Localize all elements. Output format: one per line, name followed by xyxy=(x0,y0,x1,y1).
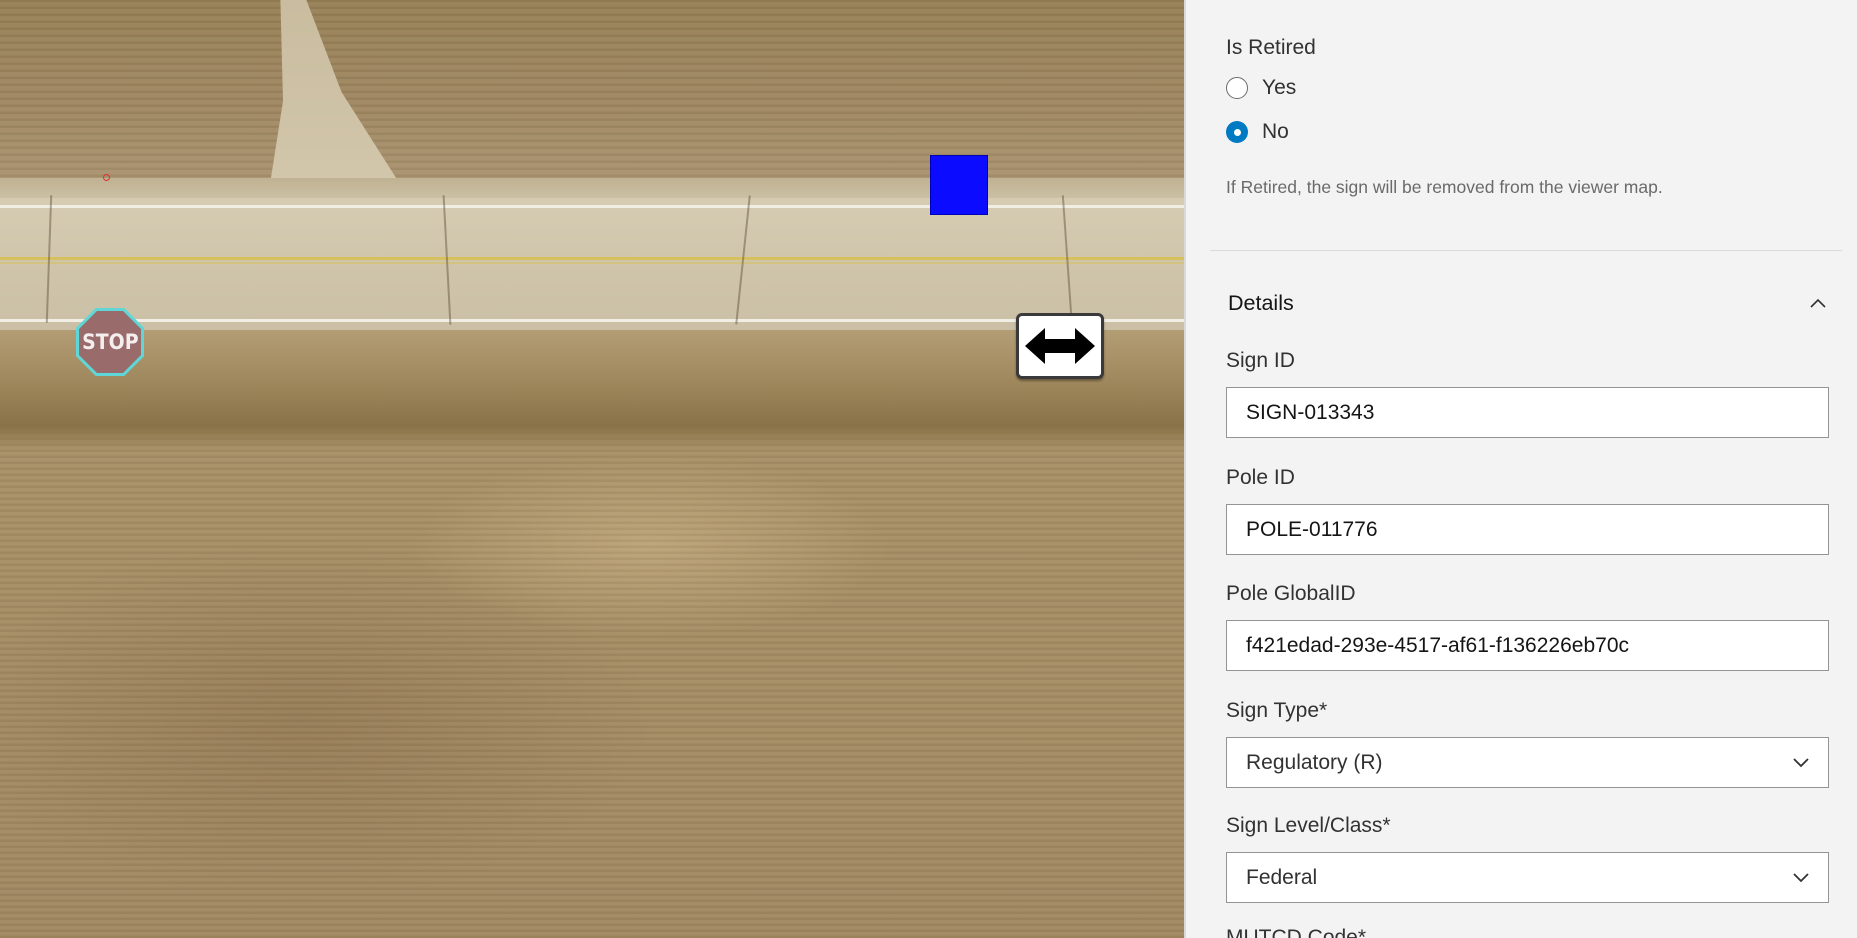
location-dot[interactable] xyxy=(103,174,110,181)
blue-square-marker[interactable] xyxy=(930,155,988,215)
radio-selected-dot xyxy=(1233,128,1241,136)
road-center-line-secondary xyxy=(0,262,1184,264)
pole-globalid-field[interactable]: f421edad-293e-4517-af61-f136226eb70c xyxy=(1226,620,1829,671)
sign-level-class-selected-value: Federal xyxy=(1246,865,1318,889)
radio-button-yes[interactable] xyxy=(1226,77,1248,99)
radio-option-no[interactable]: No xyxy=(1226,120,1289,144)
two-direction-arrow-sign-marker[interactable] xyxy=(1016,313,1104,379)
sign-type-selected-value: Regulatory (R) xyxy=(1246,750,1383,774)
sign-id-label: Sign ID xyxy=(1226,349,1295,372)
radio-button-no[interactable] xyxy=(1226,121,1248,143)
pole-globalid-label: Pole GlobalID xyxy=(1226,582,1356,605)
road-center-line xyxy=(0,257,1184,260)
pole-id-label: Pole ID xyxy=(1226,466,1295,489)
chevron-down-icon xyxy=(1792,869,1810,887)
sign-level-class-label: Sign Level/Class* xyxy=(1226,814,1391,837)
sign-level-class-select[interactable]: Federal xyxy=(1226,852,1829,903)
sign-type-label: Sign Type* xyxy=(1226,699,1328,722)
road-shoulder-south xyxy=(0,330,1184,450)
radio-label-no: No xyxy=(1262,120,1289,143)
feature-edit-panel: Is Retired Yes No If Retired, the sign w… xyxy=(1186,0,1857,938)
stop-sign-face: STOP xyxy=(79,311,141,373)
details-section-title: Details xyxy=(1228,290,1294,315)
sign-type-select[interactable]: Regulatory (R) xyxy=(1226,737,1829,788)
section-divider xyxy=(1210,250,1842,251)
is-retired-label: Is Retired xyxy=(1226,36,1316,59)
road-surface xyxy=(0,198,1184,332)
details-section-header[interactable]: Details xyxy=(1210,283,1842,323)
stop-sign-marker[interactable]: STOP xyxy=(76,308,144,376)
sign-id-field[interactable]: SIGN-013343 xyxy=(1226,387,1829,438)
is-retired-help-text: If Retired, the sign will be removed fro… xyxy=(1226,177,1663,197)
field-area-north xyxy=(0,0,1184,184)
road-edge-line-south xyxy=(0,319,1184,322)
mutcd-code-label: MUTCD Code* xyxy=(1226,926,1367,938)
road-edge-line-north xyxy=(0,205,1184,208)
map-view[interactable]: STOP xyxy=(0,0,1184,938)
pole-id-field[interactable]: POLE-011776 xyxy=(1226,504,1829,555)
chevron-up-icon[interactable] xyxy=(1808,293,1828,313)
radio-option-yes[interactable]: Yes xyxy=(1226,76,1296,100)
double-arrow-icon xyxy=(1025,328,1095,364)
radio-label-yes: Yes xyxy=(1262,76,1297,99)
chevron-down-icon xyxy=(1792,754,1810,772)
stop-sign-label: STOP xyxy=(81,330,139,354)
